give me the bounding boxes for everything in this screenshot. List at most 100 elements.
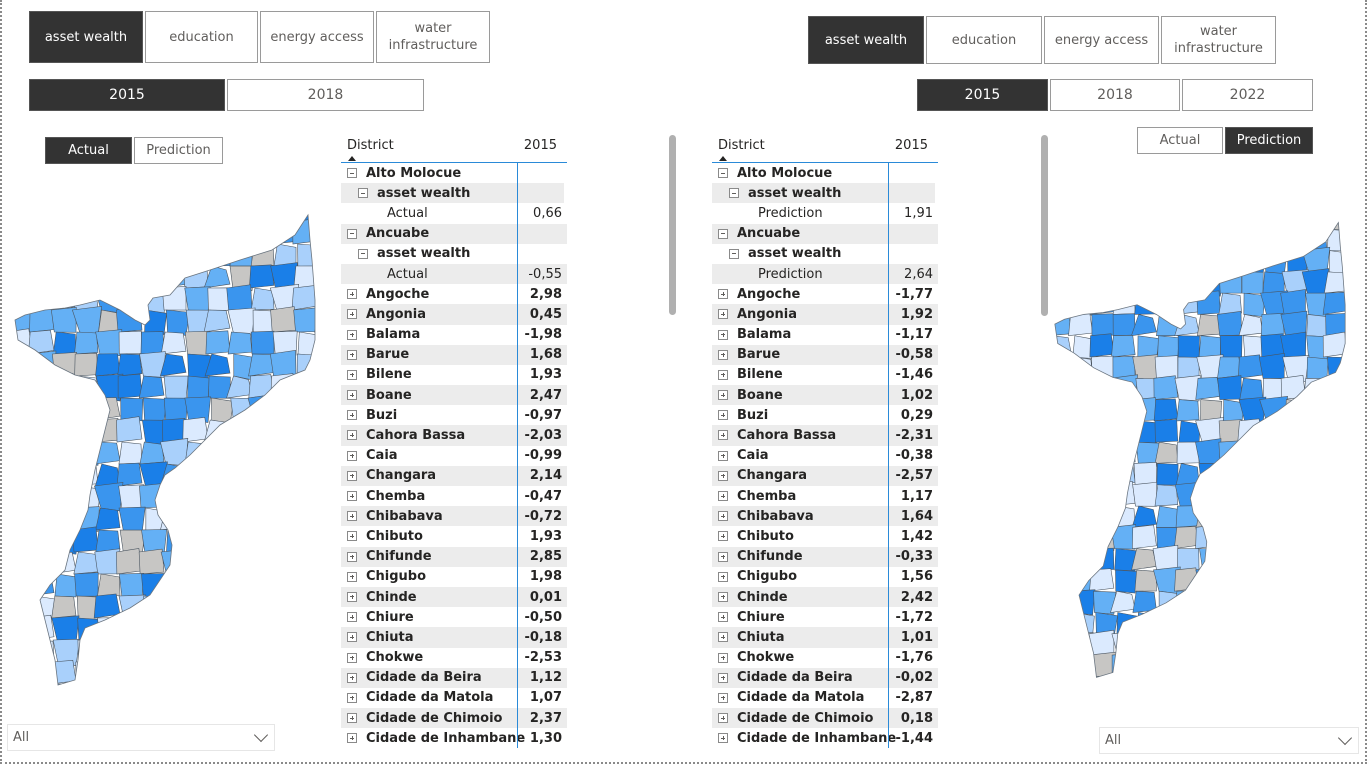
district-region[interactable] — [50, 373, 77, 399]
district-region[interactable] — [28, 350, 57, 379]
district-region[interactable] — [1261, 228, 1285, 251]
district-region[interactable] — [71, 239, 101, 269]
district-region[interactable] — [313, 591, 320, 621]
district-region[interactable] — [1262, 420, 1286, 444]
district-region[interactable] — [28, 529, 55, 553]
district-region[interactable] — [272, 682, 297, 695]
district-region[interactable] — [142, 397, 167, 423]
district-region[interactable] — [1238, 503, 1264, 528]
district-region[interactable] — [10, 394, 33, 421]
expand-icon[interactable] — [718, 470, 728, 481]
expand-icon[interactable] — [718, 632, 728, 643]
district-region[interactable] — [1153, 248, 1179, 273]
district-region[interactable] — [1347, 675, 1350, 690]
district-region[interactable] — [319, 420, 320, 445]
district-region[interactable] — [1197, 314, 1221, 337]
district-region[interactable] — [1280, 505, 1306, 528]
left-district-map[interactable] — [10, 200, 320, 695]
district-region[interactable] — [1223, 526, 1246, 553]
district-region[interactable] — [1239, 377, 1264, 400]
district-region[interactable] — [297, 529, 320, 555]
district-region[interactable] — [317, 529, 320, 555]
district-region[interactable] — [118, 506, 146, 534]
district-region[interactable] — [1152, 544, 1179, 571]
left-district-dropdown[interactable]: All — [7, 724, 275, 751]
district-region[interactable] — [204, 617, 231, 641]
district-region[interactable] — [1259, 395, 1288, 425]
district-region[interactable] — [1303, 525, 1330, 552]
district-region[interactable] — [317, 507, 320, 534]
district-region[interactable] — [138, 548, 165, 575]
district-region[interactable] — [118, 441, 143, 465]
district-region[interactable] — [1174, 289, 1200, 315]
district-region[interactable] — [1237, 629, 1265, 657]
district-region[interactable] — [95, 265, 121, 289]
district-region[interactable] — [1197, 611, 1222, 635]
district-region[interactable] — [1197, 590, 1224, 616]
district-region[interactable] — [1240, 548, 1264, 571]
district-region[interactable] — [160, 482, 188, 510]
collapse-icon[interactable] — [347, 168, 357, 178]
district-region[interactable] — [1329, 250, 1350, 275]
district-region[interactable] — [141, 200, 165, 223]
district-region[interactable] — [139, 441, 165, 465]
district-region[interactable] — [1199, 548, 1225, 574]
district-region[interactable] — [10, 595, 36, 622]
district-region[interactable] — [1091, 675, 1118, 690]
district-region[interactable] — [269, 485, 297, 509]
district-region[interactable] — [1260, 462, 1285, 486]
district-region[interactable] — [30, 200, 58, 226]
expand-icon[interactable] — [347, 531, 357, 542]
expand-icon[interactable] — [347, 652, 357, 663]
district-region[interactable] — [1217, 460, 1242, 486]
district-region[interactable] — [319, 244, 320, 267]
district-region[interactable] — [1177, 271, 1200, 294]
district-region[interactable] — [72, 526, 99, 553]
district-region[interactable] — [1089, 568, 1115, 592]
district-region[interactable] — [184, 638, 209, 663]
district-region[interactable] — [94, 658, 121, 685]
expand-icon[interactable] — [347, 591, 357, 602]
district-region[interactable] — [203, 419, 231, 443]
district-region[interactable] — [250, 330, 275, 355]
district-region[interactable] — [1069, 378, 1093, 400]
district-region[interactable] — [1110, 524, 1137, 550]
left-tab-water-infrastructure[interactable]: water infrastructure — [376, 11, 490, 63]
district-region[interactable] — [1344, 396, 1350, 423]
district-region[interactable] — [1221, 250, 1244, 275]
district-region[interactable] — [248, 636, 275, 663]
district-region[interactable] — [141, 661, 165, 685]
district-region[interactable] — [184, 286, 211, 313]
district-region[interactable] — [270, 306, 297, 333]
district-region[interactable] — [1112, 355, 1136, 379]
expand-icon[interactable] — [718, 329, 728, 340]
district-region[interactable] — [10, 221, 37, 249]
district-region[interactable] — [1157, 335, 1180, 359]
district-region[interactable] — [231, 485, 255, 511]
left-year-2015[interactable]: 2015 — [29, 79, 225, 111]
district-region[interactable] — [203, 265, 231, 289]
district-region[interactable] — [253, 441, 277, 467]
district-region[interactable] — [77, 617, 102, 644]
district-region[interactable] — [1136, 271, 1159, 295]
district-region[interactable] — [140, 331, 165, 355]
district-region[interactable] — [297, 331, 320, 357]
district-region[interactable] — [1136, 612, 1159, 637]
district-region[interactable] — [1221, 633, 1245, 659]
district-region[interactable] — [160, 507, 187, 531]
district-region[interactable] — [1088, 205, 1118, 233]
district-region[interactable] — [1327, 208, 1348, 231]
district-region[interactable] — [54, 243, 78, 268]
left-tab-asset-wealth[interactable]: asset wealth — [29, 11, 143, 63]
district-region[interactable] — [291, 547, 318, 575]
district-region[interactable] — [77, 639, 101, 665]
district-region[interactable] — [1088, 505, 1115, 528]
district-region[interactable] — [253, 529, 277, 555]
district-region[interactable] — [97, 573, 121, 597]
district-region[interactable] — [163, 397, 188, 422]
district-region[interactable] — [1322, 612, 1348, 635]
district-region[interactable] — [1132, 397, 1157, 422]
district-region[interactable] — [10, 438, 34, 466]
district-region[interactable] — [1302, 609, 1328, 635]
district-region[interactable] — [1238, 205, 1264, 230]
